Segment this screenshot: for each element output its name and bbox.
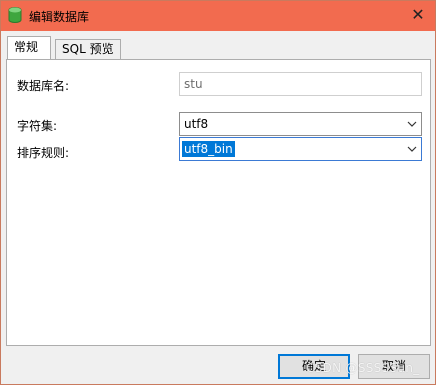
general-panel: 数据库名: stu 字符集: utf8 排序规则: utf8_bin [6,59,431,346]
edit-database-dialog: 编辑数据库 ✕ 常规 SQL 预览 数据库名: stu 字符集: utf8 排序… [0,0,436,385]
window-title: 编辑数据库 [29,10,90,24]
charset-value: utf8 [184,117,209,131]
db-name-label: 数据库名: [17,79,70,93]
db-name-field[interactable]: stu [179,72,422,96]
chevron-down-icon[interactable] [407,144,417,154]
collation-value: utf8_bin [182,141,235,157]
collation-select[interactable]: utf8_bin [179,137,422,161]
charset-select[interactable]: utf8 [179,112,422,136]
tab-sql-preview[interactable]: SQL 预览 [55,39,121,59]
charset-label: 字符集: [17,119,58,133]
close-icon[interactable]: ✕ [401,1,435,31]
collation-label: 排序规则: [17,146,70,160]
watermark: CSDN @SSSSSun_ [306,361,420,375]
chevron-down-icon[interactable] [407,119,417,129]
title-bar[interactable]: 编辑数据库 ✕ [1,1,435,31]
database-icon [8,7,22,23]
tab-general[interactable]: 常规 [7,36,51,59]
